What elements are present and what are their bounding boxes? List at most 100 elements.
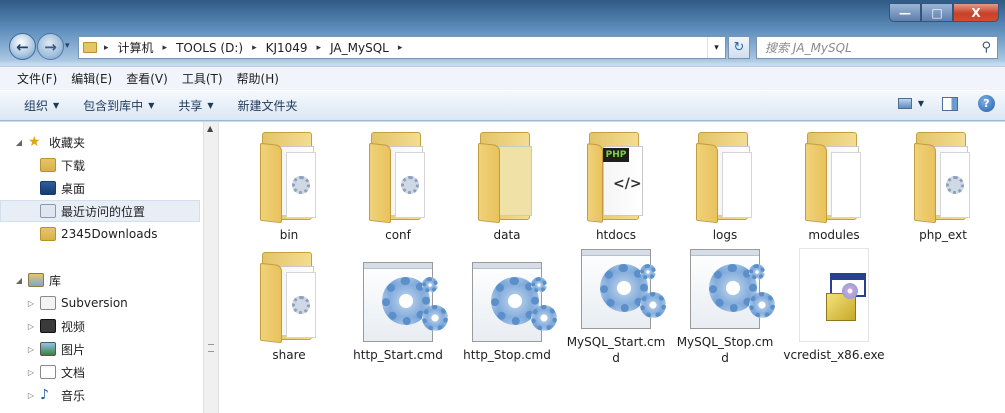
- sidebar-item-label: 文档: [61, 365, 86, 380]
- history-dropdown-icon[interactable]: ▾: [65, 41, 70, 51]
- menu-view[interactable]: 查看(V): [119, 70, 175, 87]
- view-options-chevron-icon[interactable]: ▼: [918, 99, 924, 108]
- organize-label: 组织: [24, 99, 49, 113]
- file-item-logs[interactable]: logs: [673, 126, 777, 246]
- organize-button[interactable]: 组织 ▼: [17, 97, 66, 114]
- file-name: data: [493, 228, 521, 242]
- expand-icon[interactable]: ▷: [26, 322, 36, 331]
- share-button[interactable]: 共享 ▼: [171, 97, 220, 114]
- folder-icon: [803, 132, 865, 224]
- sidebar-item-label: 音乐: [61, 388, 86, 403]
- address-dropdown-icon[interactable]: ▾: [707, 37, 725, 58]
- recent-places-icon: [40, 204, 56, 218]
- sidebar-item-desktop[interactable]: 桌面: [0, 177, 200, 199]
- folder-icon: [476, 132, 538, 224]
- file-item-mysql-start[interactable]: MySQL_Start.cmd: [564, 246, 668, 366]
- main-area: ◢ ★ 收藏夹 下载 桌面 最近访问的位置 2345Downloads ◢ 库 …: [0, 122, 1005, 413]
- file-item-share[interactable]: share: [237, 246, 341, 366]
- sidebar-item-label: 下载: [61, 158, 86, 173]
- new-folder-label: 新建文件夹: [237, 99, 298, 113]
- view-icon[interactable]: [897, 98, 912, 109]
- file-name: htdocs: [595, 228, 637, 242]
- sidebar-item-downloads[interactable]: 下载: [0, 154, 200, 176]
- menu-bar: 文件(F) 编辑(E) 查看(V) 工具(T) 帮助(H): [0, 66, 1005, 90]
- breadcrumb-drive[interactable]: TOOLS (D:): [170, 41, 249, 55]
- file-item-vcredist[interactable]: vcredist_x86.exe: [782, 246, 886, 366]
- file-item-htdocs[interactable]: PHP </> htdocs: [564, 126, 668, 246]
- sidebar-item-music[interactable]: ▷ ♪ 音乐: [0, 384, 200, 406]
- sidebar-item-favorites[interactable]: ◢ ★ 收藏夹: [0, 131, 200, 153]
- file-item-http-stop[interactable]: http_Stop.cmd: [455, 246, 559, 366]
- file-item-php-ext[interactable]: php_ext: [891, 126, 995, 246]
- file-name: modules: [808, 228, 860, 242]
- file-name: bin: [279, 228, 299, 242]
- breadcrumb-kj1049[interactable]: KJ1049: [260, 41, 314, 55]
- sidebar-item-pictures[interactable]: ▷ 图片: [0, 338, 200, 360]
- file-item-conf[interactable]: conf: [346, 126, 450, 246]
- search-input[interactable]: 搜索 JA_MySQL ⚲: [756, 36, 998, 59]
- sidebar-item-label: 图片: [61, 342, 86, 357]
- sidebar-item-libraries[interactable]: ◢ 库: [0, 269, 200, 291]
- breadcrumb-separator[interactable]: ▸: [160, 43, 171, 53]
- expand-icon[interactable]: ◢: [14, 138, 24, 147]
- file-item-bin[interactable]: bin: [237, 126, 341, 246]
- preview-pane-icon[interactable]: [942, 96, 958, 111]
- folder-icon: [83, 42, 97, 53]
- expand-icon[interactable]: ▷: [26, 299, 36, 308]
- menu-help[interactable]: 帮助(H): [230, 70, 286, 87]
- library-icon: [28, 273, 44, 287]
- new-folder-button[interactable]: 新建文件夹: [231, 97, 305, 114]
- close-button[interactable]: X: [953, 3, 999, 22]
- file-name: http_Stop.cmd: [463, 348, 551, 362]
- menu-edit[interactable]: 编辑(E): [64, 70, 119, 87]
- folder-icon: [258, 132, 320, 224]
- address-bar[interactable]: ▸ 计算机 ▸ TOOLS (D:) ▸ KJ1049 ▸ JA_MySQL ▸…: [78, 36, 726, 59]
- breadcrumb-separator[interactable]: ▸: [314, 43, 325, 53]
- breadcrumb-separator[interactable]: ▸: [395, 43, 406, 53]
- minimize-button[interactable]: —: [889, 3, 921, 22]
- file-name: MySQL_Start.cmd: [566, 335, 666, 365]
- scroll-thumb-grip[interactable]: [208, 344, 214, 352]
- file-item-data[interactable]: data: [455, 126, 559, 246]
- expand-icon[interactable]: ◢: [14, 276, 24, 285]
- search-placeholder: 搜索 JA_MySQL: [765, 41, 852, 55]
- breadcrumb-ja-mysql[interactable]: JA_MySQL: [324, 41, 395, 55]
- help-icon[interactable]: ?: [978, 95, 995, 112]
- sidebar-item-subversion[interactable]: ▷ Subversion: [0, 292, 200, 314]
- file-item-http-start[interactable]: http_Start.cmd: [346, 246, 450, 366]
- file-item-mysql-stop[interactable]: MySQL_Stop.cmd: [673, 246, 777, 366]
- code-icon: </>: [613, 176, 642, 192]
- search-icon[interactable]: ⚲: [981, 40, 991, 55]
- navigation-bar: ← → ▾ ▸ 计算机 ▸ TOOLS (D:) ▸ KJ1049 ▸ JA_M…: [0, 31, 1005, 63]
- maximize-button[interactable]: □: [921, 3, 953, 22]
- back-button[interactable]: ←: [9, 33, 36, 60]
- breadcrumb-separator[interactable]: ▸: [249, 43, 260, 53]
- subversion-icon: [40, 296, 56, 310]
- chevron-down-icon: ▼: [207, 101, 214, 110]
- menu-file[interactable]: 文件(F): [10, 70, 64, 87]
- view-controls: ▼ ?: [897, 95, 995, 112]
- sidebar-item-recent-places[interactable]: 最近访问的位置: [0, 200, 200, 222]
- refresh-button[interactable]: ↻: [728, 36, 750, 59]
- include-in-library-button[interactable]: 包含到库中 ▼: [76, 97, 161, 114]
- menu-tools[interactable]: 工具(T): [175, 70, 230, 87]
- chevron-down-icon: ▼: [148, 101, 155, 110]
- sidebar-item-label: 收藏夹: [49, 135, 86, 150]
- download-folder-icon: [40, 158, 56, 172]
- navigation-scrollbar[interactable]: ▲: [203, 122, 219, 413]
- sidebar-item-documents[interactable]: ▷ 文档: [0, 361, 200, 383]
- breadcrumb-separator[interactable]: ▸: [101, 43, 112, 53]
- expand-icon[interactable]: ▷: [26, 391, 36, 400]
- file-item-modules[interactable]: modules: [782, 126, 886, 246]
- expand-icon[interactable]: ▷: [26, 345, 36, 354]
- forward-button[interactable]: →: [37, 33, 64, 60]
- sidebar-item-2345downloads[interactable]: 2345Downloads: [0, 223, 200, 245]
- cmd-gears-icon: [690, 249, 775, 329]
- window-controls: — □ X: [889, 3, 999, 22]
- sidebar-item-videos[interactable]: ▷ 视频: [0, 315, 200, 337]
- expand-icon[interactable]: ▷: [26, 368, 36, 377]
- sidebar-item-label: 桌面: [61, 181, 86, 196]
- sidebar-item-label: 最近访问的位置: [61, 204, 146, 219]
- breadcrumb-computer[interactable]: 计算机: [112, 39, 160, 56]
- scroll-up-icon[interactable]: ▲: [207, 124, 213, 133]
